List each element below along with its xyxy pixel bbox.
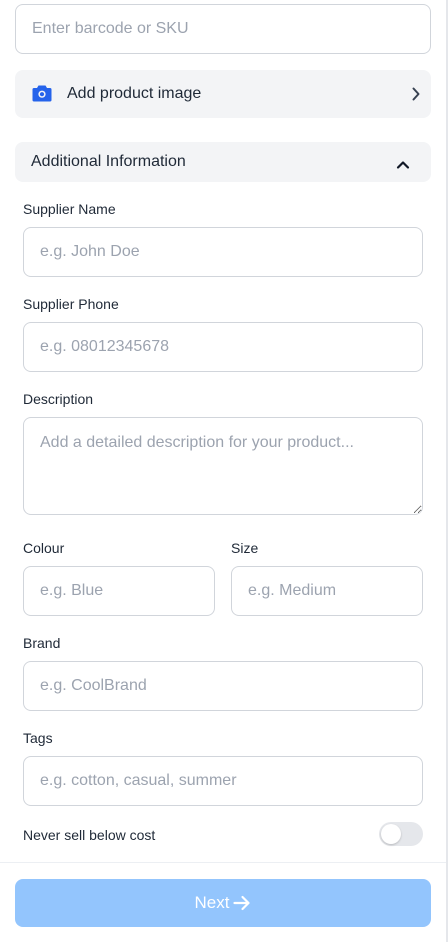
brand-input[interactable] (23, 661, 423, 711)
next-button-label: Next (194, 893, 230, 912)
supplier-name-label: Supplier Name (23, 201, 116, 217)
supplier-phone-input[interactable] (23, 322, 423, 372)
never-sell-below-cost-toggle[interactable] (379, 822, 423, 846)
size-input[interactable] (231, 566, 423, 616)
camera-icon (32, 84, 52, 102)
add-product-image-label: Add product image (67, 85, 202, 102)
supplier-name-input[interactable] (23, 227, 423, 277)
footer-divider (0, 862, 446, 863)
add-product-image-button[interactable]: Add product image (15, 70, 431, 118)
description-textarea[interactable] (23, 417, 423, 515)
colour-label: Colour (23, 540, 65, 556)
chevron-up-icon (396, 157, 410, 175)
description-label: Description (23, 391, 94, 407)
chevron-right-icon (411, 87, 421, 106)
arrow-right-icon (233, 895, 251, 911)
toggle-knob (381, 824, 401, 844)
additional-information-header[interactable]: Additional Information (15, 142, 431, 182)
tags-input[interactable] (23, 756, 423, 806)
colour-input[interactable] (23, 566, 215, 616)
next-button[interactable]: Next (15, 879, 431, 927)
brand-label: Brand (23, 635, 61, 651)
size-label: Size (231, 540, 259, 556)
barcode-input[interactable] (15, 4, 431, 54)
never-sell-below-cost-label: Never sell below cost (23, 827, 156, 843)
additional-information-title: Additional Information (31, 153, 186, 170)
tags-label: Tags (23, 730, 53, 746)
supplier-phone-label: Supplier Phone (23, 296, 119, 312)
